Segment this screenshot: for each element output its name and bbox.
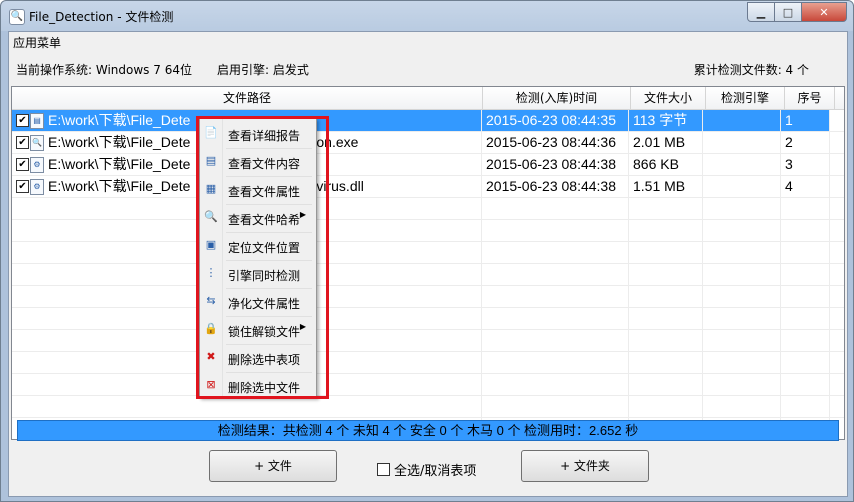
cell-engine — [703, 176, 781, 197]
add-folder-button[interactable]: + 文件夹 — [521, 450, 649, 482]
cell-number: 2 — [781, 132, 830, 153]
table-row[interactable]: ✔ 🔍 E:\work\下载\File_Dete on.exe 2015-06-2… — [12, 132, 844, 154]
cell-time: 2015-06-23 08:44:35 — [482, 110, 629, 131]
path-text: E:\work\下载\File_Dete — [48, 134, 191, 150]
row-checkbox[interactable]: ✔ — [16, 158, 29, 171]
client-area: 应用菜单 当前操作系统: Windows 7 64位 启用引擎: 启发式 累计检… — [8, 31, 848, 497]
highlight-box — [196, 116, 329, 399]
file-icon: ⚙ — [30, 179, 44, 195]
cell-number: 1 — [781, 110, 830, 131]
empty-rows — [12, 198, 844, 439]
empty-row — [12, 330, 844, 352]
file-list[interactable]: 文件路径 检测(入库)时间 文件大小 检测引擎 序号 ✔ ▤ E:\work\下… — [11, 86, 845, 440]
file-icon: ▤ — [30, 113, 44, 129]
row-checkbox[interactable]: ✔ — [16, 114, 29, 127]
select-all-label: 全选/取消表项 — [394, 464, 477, 479]
cell-size: 2.01 MB — [629, 132, 703, 153]
cell-engine — [703, 154, 781, 175]
empty-row — [12, 242, 844, 264]
path-text: E:\work\下载\File_Dete — [48, 112, 191, 128]
empty-row — [12, 352, 844, 374]
menu-app[interactable]: 应用菜单 — [13, 34, 61, 51]
table-row[interactable]: ✔ ▤ E:\work\下载\File_Dete 2015-06-23 08:4… — [12, 110, 844, 132]
empty-row — [12, 220, 844, 242]
empty-row — [12, 198, 844, 220]
cell-engine — [703, 110, 781, 131]
cell-number: 4 — [781, 176, 830, 197]
minimize-button[interactable]: ▁ — [747, 2, 775, 22]
engine-info: 启用引擎: 启发式 — [217, 63, 309, 77]
empty-row — [12, 396, 844, 418]
empty-row — [12, 374, 844, 396]
file-icon: 🔍 — [30, 135, 44, 151]
select-all-toggle[interactable]: 全选/取消表项 — [377, 460, 476, 479]
header-number[interactable]: 序号 — [785, 87, 835, 109]
cell-number: 3 — [781, 154, 830, 175]
cell-time: 2015-06-23 08:44:36 — [482, 132, 629, 153]
cell-time: 2015-06-23 08:44:38 — [482, 154, 629, 175]
os-info: 当前操作系统: Windows 7 64位 — [16, 63, 192, 77]
maximize-button[interactable]: □ — [774, 2, 802, 22]
cell-size: 1.51 MB — [629, 176, 703, 197]
cell-size: 866 KB — [629, 154, 703, 175]
row-checkbox[interactable]: ✔ — [16, 180, 29, 193]
cell-engine — [703, 132, 781, 153]
cell-time: 2015-06-23 08:44:38 — [482, 176, 629, 197]
list-rows: ✔ ▤ E:\work\下载\File_Dete 2015-06-23 08:4… — [12, 110, 844, 439]
header-engine[interactable]: 检测引擎 — [706, 87, 785, 109]
info-bar: 当前操作系统: Windows 7 64位 启用引擎: 启发式 累计检测文件数:… — [9, 58, 847, 78]
empty-row — [12, 286, 844, 308]
header-size[interactable]: 文件大小 — [631, 87, 706, 109]
file-count: 累计检测文件数: 4 个 — [693, 63, 809, 77]
window-title: File_Detection - 文件检测 — [29, 10, 174, 24]
select-all-checkbox[interactable] — [377, 463, 390, 476]
main-window: 🔍 File_Detection - 文件检测 ▁ □ ✕ 应用菜单 当前操作系… — [0, 0, 854, 502]
magnifier-icon: 🔍 — [9, 9, 25, 25]
path-text: E:\work\下载\File_Dete — [48, 156, 191, 172]
empty-row — [12, 308, 844, 330]
title-bar[interactable]: 🔍 File_Detection - 文件检测 ▁ □ ✕ — [1, 1, 853, 31]
close-button[interactable]: ✕ — [801, 2, 847, 22]
path-text: E:\work\下载\File_Dete — [48, 178, 191, 194]
cell-size: 113 字节 — [629, 110, 703, 131]
list-header: 文件路径 检测(入库)时间 文件大小 检测引擎 序号 — [12, 87, 844, 110]
add-file-button[interactable]: + 文件 — [209, 450, 337, 482]
file-icon: ⚙ — [30, 157, 44, 173]
status-bar: 检测结果：共检测 4 个 未知 4 个 安全 0 个 木马 0 个 检测用时：2… — [17, 420, 839, 441]
empty-row — [12, 264, 844, 286]
table-row[interactable]: ✔ ⚙ E:\work\下载\File_Dete virus.dll 2015-0… — [12, 176, 844, 198]
row-checkbox[interactable]: ✔ — [16, 136, 29, 149]
header-path[interactable]: 文件路径 — [12, 87, 483, 109]
window-controls: ▁ □ ✕ — [747, 2, 847, 22]
header-time[interactable]: 检测(入库)时间 — [483, 87, 631, 109]
table-row[interactable]: ✔ ⚙ E:\work\下载\File_Dete 2015-06-23 08:4… — [12, 154, 844, 176]
